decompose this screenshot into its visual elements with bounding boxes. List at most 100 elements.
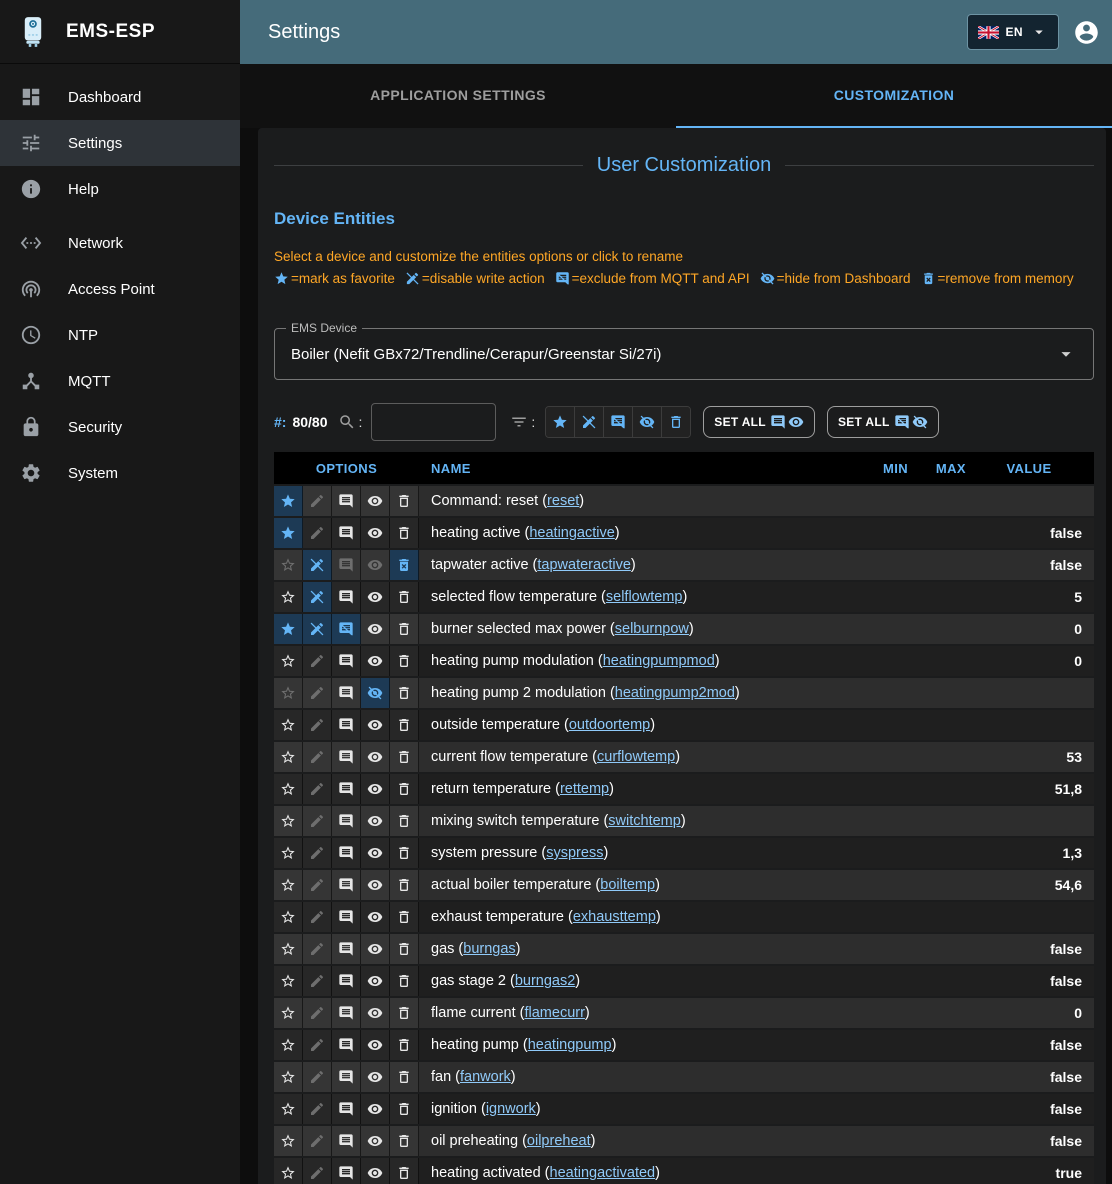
favorite-toggle-icon[interactable] xyxy=(274,1094,303,1124)
edit-toggle-icon[interactable] xyxy=(303,486,332,516)
mqtt-exclude-toggle-icon[interactable] xyxy=(332,934,361,964)
delete-toggle-icon[interactable] xyxy=(390,1158,419,1184)
entity-name[interactable]: actual boiler temperature (boiltemp) xyxy=(419,870,860,900)
entity-name[interactable]: flame current (flamecurr) xyxy=(419,998,860,1028)
entity-shortname-link[interactable]: oilpreheat xyxy=(527,1133,591,1149)
entity-shortname-link[interactable]: exhausttemp xyxy=(573,909,656,925)
edit-off-filter-icon[interactable] xyxy=(575,407,604,437)
sidebar-item-help[interactable]: Help xyxy=(0,166,240,212)
mqtt-exclude-toggle-icon[interactable] xyxy=(332,486,361,516)
mqtt-exclude-toggle-icon[interactable] xyxy=(332,518,361,548)
edit-toggle-icon[interactable] xyxy=(303,678,332,708)
favorite-toggle-icon[interactable] xyxy=(274,1062,303,1092)
entity-shortname-link[interactable]: switchtemp xyxy=(608,813,681,829)
mqtt-exclude-toggle-icon[interactable] xyxy=(332,870,361,900)
delete-toggle-icon[interactable] xyxy=(390,774,419,804)
set-all-hide-button[interactable]: SET ALL xyxy=(827,406,939,438)
mqtt-exclude-toggle-icon[interactable] xyxy=(332,742,361,772)
edit-toggle-icon[interactable] xyxy=(303,870,332,900)
delete-toggle-icon[interactable] xyxy=(390,518,419,548)
favorite-toggle-icon[interactable] xyxy=(274,582,303,612)
visibility-toggle-icon[interactable] xyxy=(361,678,390,708)
sidebar-item-security[interactable]: Security xyxy=(0,404,240,450)
edit-toggle-icon[interactable] xyxy=(303,710,332,740)
entity-shortname-link[interactable]: curflowtemp xyxy=(597,749,675,765)
favorite-toggle-icon[interactable] xyxy=(274,966,303,996)
edit-toggle-icon[interactable] xyxy=(303,614,332,644)
edit-toggle-icon[interactable] xyxy=(303,550,332,580)
visibility-toggle-icon[interactable] xyxy=(361,1030,390,1060)
entity-name[interactable]: exhaust temperature (exhausttemp) xyxy=(419,902,860,932)
entity-shortname-link[interactable]: fanwork xyxy=(460,1069,511,1085)
delete-toggle-icon[interactable] xyxy=(390,1030,419,1060)
delete-toggle-icon[interactable] xyxy=(390,838,419,868)
comment-off-filter-icon[interactable] xyxy=(604,407,633,437)
language-selector[interactable]: EN xyxy=(967,14,1059,50)
delete-toggle-icon[interactable] xyxy=(390,550,419,580)
sidebar-item-mqtt[interactable]: MQTT xyxy=(0,358,240,404)
entity-name[interactable]: heating pump 2 modulation (heatingpump2m… xyxy=(419,678,860,708)
edit-toggle-icon[interactable] xyxy=(303,774,332,804)
mqtt-exclude-toggle-icon[interactable] xyxy=(332,966,361,996)
entity-shortname-link[interactable]: outdoortemp xyxy=(569,717,650,733)
favorite-toggle-icon[interactable] xyxy=(274,518,303,548)
entity-shortname-link[interactable]: boiltemp xyxy=(600,877,655,893)
mqtt-exclude-toggle-icon[interactable] xyxy=(332,902,361,932)
sidebar-item-dashboard[interactable]: Dashboard xyxy=(0,74,240,120)
entity-shortname-link[interactable]: heatingpump xyxy=(528,1037,612,1053)
delete-toggle-icon[interactable] xyxy=(390,806,419,836)
entity-shortname-link[interactable]: syspress xyxy=(546,845,603,861)
entity-shortname-link[interactable]: tapwateractive xyxy=(537,557,631,573)
edit-toggle-icon[interactable] xyxy=(303,1158,332,1184)
mqtt-exclude-toggle-icon[interactable] xyxy=(332,582,361,612)
visibility-toggle-icon[interactable] xyxy=(361,870,390,900)
sidebar-item-network[interactable]: Network xyxy=(0,220,240,266)
edit-toggle-icon[interactable] xyxy=(303,838,332,868)
visibility-toggle-icon[interactable] xyxy=(361,710,390,740)
entity-shortname-link[interactable]: selflowtemp xyxy=(606,589,683,605)
edit-toggle-icon[interactable] xyxy=(303,1062,332,1092)
delete-toggle-icon[interactable] xyxy=(390,902,419,932)
entity-name[interactable]: heating pump modulation (heatingpumpmod) xyxy=(419,646,860,676)
delete-filter-icon[interactable] xyxy=(662,407,690,437)
sidebar-item-system[interactable]: System xyxy=(0,450,240,496)
favorite-toggle-icon[interactable] xyxy=(274,774,303,804)
entity-shortname-link[interactable]: selburnpow xyxy=(615,621,689,637)
mqtt-exclude-toggle-icon[interactable] xyxy=(332,806,361,836)
edit-toggle-icon[interactable] xyxy=(303,966,332,996)
mqtt-exclude-toggle-icon[interactable] xyxy=(332,998,361,1028)
delete-toggle-icon[interactable] xyxy=(390,710,419,740)
edit-toggle-icon[interactable] xyxy=(303,518,332,548)
visibility-toggle-icon[interactable] xyxy=(361,1126,390,1156)
favorite-toggle-icon[interactable] xyxy=(274,742,303,772)
entity-shortname-link[interactable]: heatingactivated xyxy=(550,1165,656,1181)
mqtt-exclude-toggle-icon[interactable] xyxy=(332,678,361,708)
ems-device-select[interactable]: EMS Device Boiler (Nefit GBx72/Trendline… xyxy=(274,328,1094,380)
entity-name[interactable]: current flow temperature (curflowtemp) xyxy=(419,742,860,772)
delete-toggle-icon[interactable] xyxy=(390,614,419,644)
mqtt-exclude-toggle-icon[interactable] xyxy=(332,1030,361,1060)
entity-name[interactable]: fan (fanwork) xyxy=(419,1062,860,1092)
favorite-toggle-icon[interactable] xyxy=(274,998,303,1028)
search-input[interactable] xyxy=(371,403,496,441)
entity-name[interactable]: selected flow temperature (selflowtemp) xyxy=(419,582,860,612)
delete-toggle-icon[interactable] xyxy=(390,1094,419,1124)
entity-shortname-link[interactable]: reset xyxy=(547,493,579,509)
entity-name[interactable]: heating active (heatingactive) xyxy=(419,518,860,548)
entity-shortname-link[interactable]: flamecurr xyxy=(524,1005,584,1021)
visibility-toggle-icon[interactable] xyxy=(361,582,390,612)
edit-toggle-icon[interactable] xyxy=(303,1030,332,1060)
delete-toggle-icon[interactable] xyxy=(390,870,419,900)
mqtt-exclude-toggle-icon[interactable] xyxy=(332,774,361,804)
entity-name[interactable]: oil preheating (oilpreheat) xyxy=(419,1126,860,1156)
visibility-toggle-icon[interactable] xyxy=(361,902,390,932)
sidebar-item-ntp[interactable]: NTP xyxy=(0,312,240,358)
favorite-toggle-icon[interactable] xyxy=(274,806,303,836)
mqtt-exclude-toggle-icon[interactable] xyxy=(332,1062,361,1092)
mqtt-exclude-toggle-icon[interactable] xyxy=(332,1158,361,1184)
entity-name[interactable]: gas stage 2 (burngas2) xyxy=(419,966,860,996)
favorite-toggle-icon[interactable] xyxy=(274,934,303,964)
favorite-toggle-icon[interactable] xyxy=(274,1030,303,1060)
visibility-toggle-icon[interactable] xyxy=(361,934,390,964)
edit-toggle-icon[interactable] xyxy=(303,742,332,772)
